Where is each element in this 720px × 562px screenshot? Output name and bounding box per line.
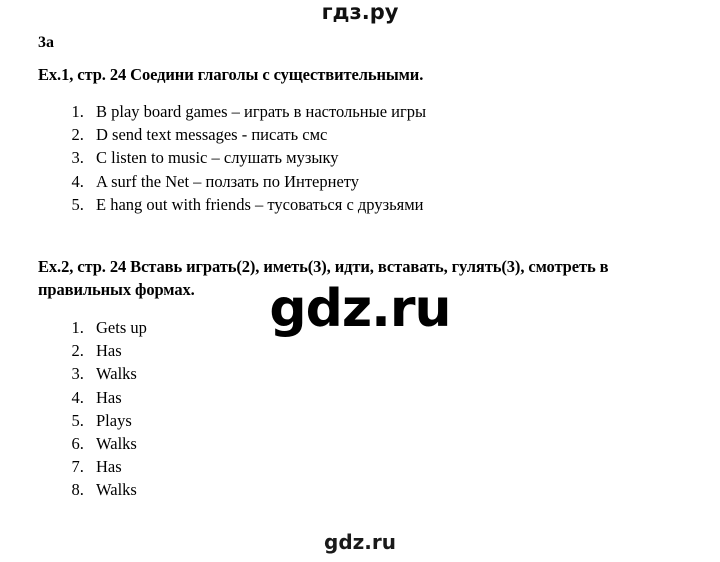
- list-item: Plays: [88, 409, 147, 432]
- list-item: Has: [88, 386, 147, 409]
- list-item: E hang out with friends – тусоваться с д…: [88, 193, 426, 216]
- exercise-1-heading: Ex.1, стр. 24 Соедини глаголы с существи…: [38, 65, 424, 84]
- list-item: Gets up: [88, 316, 147, 339]
- site-brand-label: гдз.ру: [321, 0, 399, 24]
- exercise-2-answer-list: Gets up Has Walks Has Plays Walks Has Wa…: [54, 316, 147, 502]
- bottom-watermark-label: gdz.ru: [324, 530, 396, 554]
- bottom-watermark: gdz.ru: [0, 530, 720, 554]
- exercise-1-answer-list: B play board games – играть в настольные…: [54, 100, 426, 216]
- section-label: 3a: [38, 34, 54, 51]
- list-item: Has: [88, 455, 147, 478]
- list-item: Walks: [88, 362, 147, 385]
- list-item: Has: [88, 339, 147, 362]
- list-item: C listen to music – слушать музыку: [88, 146, 426, 169]
- site-header: гдз.ру: [0, 0, 720, 26]
- list-item: Walks: [88, 478, 147, 501]
- list-item: D send text messages - писать смс: [88, 123, 426, 146]
- exercise-2-heading: Ex.2, стр. 24 Вставь играть(2), иметь(3)…: [38, 257, 609, 299]
- page: гдз.ру 3a Ex.1, стр. 24 Соедини глаголы …: [0, 0, 720, 562]
- list-item: A surf the Net – ползать по Интернету: [88, 170, 426, 193]
- list-item: Walks: [88, 432, 147, 455]
- list-item: B play board games – играть в настольные…: [88, 100, 426, 123]
